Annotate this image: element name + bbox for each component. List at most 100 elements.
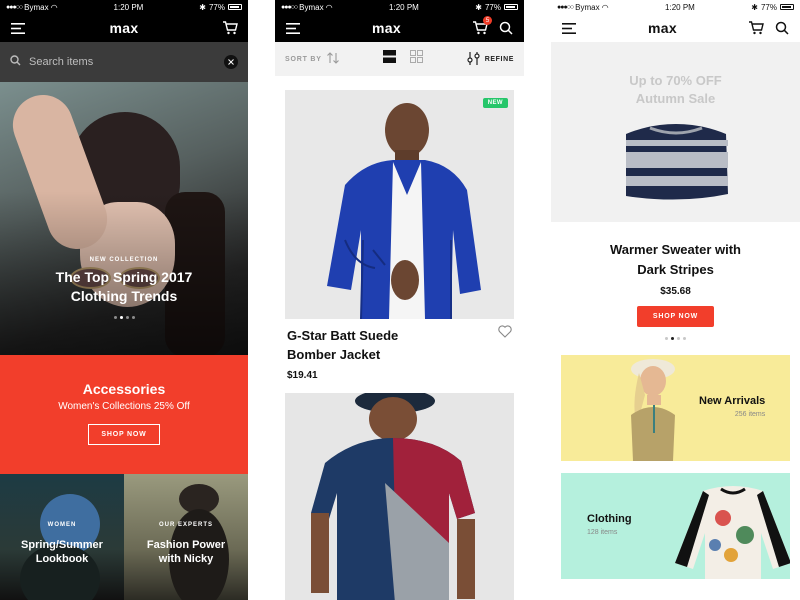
app-logo[interactable]: max (372, 20, 401, 36)
sale-subheadline: Autumn Sale (635, 91, 716, 106)
signal-icon: ●●●○○ (6, 3, 23, 11)
new-badge: NEW (482, 98, 508, 108)
screen-featured: ●●●○○ Bymax ◠ 1:20 PM ✱ 77% max Up to 70% O… (551, 0, 800, 600)
category-title: New Arrivals (699, 395, 766, 407)
product-price: $19.41 (287, 370, 318, 381)
carrier: Bymax (24, 2, 49, 12)
shop-now-button[interactable]: SHOP NOW (88, 424, 160, 445)
featured-product-price: $35.68 (660, 286, 691, 297)
hero-banner[interactable]: NEW COLLECTION The Top Spring 2017 Cloth… (0, 82, 248, 355)
hero-eyebrow: NEW COLLECTION (89, 257, 159, 263)
top-bar: ●●●○○ Bymax ◠ 1:20 PM ✱ 77% max (551, 0, 800, 42)
product-image[interactable] (285, 393, 514, 600)
promo-subtitle: Women's Collections 25% Off (58, 401, 190, 412)
clock: 1:20 PM (389, 2, 419, 12)
shop-now-button[interactable]: SHOP NOW (636, 306, 715, 327)
category-title: Clothing (587, 513, 632, 525)
bluetooth-icon: ✱ (751, 2, 758, 12)
sort-label: SORT BY (285, 55, 322, 63)
search-input[interactable] (29, 56, 216, 68)
carousel-dots[interactable] (551, 337, 800, 340)
product-card[interactable]: NEW G-Star Batt Suede Bomber Jacket $19.… (285, 90, 514, 381)
product-name[interactable]: G-Star Batt Suede Bomber Jacket (287, 326, 467, 364)
menu-icon[interactable] (8, 18, 28, 38)
tile-title: Fashion Power with Nicky (146, 539, 226, 565)
cart-icon[interactable] (746, 18, 766, 38)
cart-icon[interactable]: 5 (470, 16, 492, 38)
featured-product-name[interactable]: Warmer Sweater with Dark Stripes (551, 240, 800, 280)
promo-banner: Accessories Women's Collections 25% Off … (0, 355, 248, 474)
menu-icon[interactable] (559, 18, 579, 38)
category-count: 128 items (587, 529, 618, 536)
carrier: Bymax (575, 2, 600, 12)
sale-headline: Up to 70% OFF (629, 73, 722, 88)
signal-icon: ●●●○○ (557, 3, 574, 11)
promo-title: Accessories (82, 381, 166, 397)
screen-product-list: ●●●○○ Bymax ◠ 1:20 PM ✱ 77% max 5 SORT BY (275, 0, 524, 600)
search-icon (10, 53, 21, 71)
grid-view-icon[interactable] (410, 50, 424, 68)
product-photo-tshirt (285, 393, 514, 600)
top-bar: ●●●○○ Bymax ◠ 1:20 PM ✱ 77% max 5 (275, 0, 524, 42)
wifi-icon: ◠ (601, 2, 609, 12)
category-photo-woman (631, 359, 675, 461)
app-bar: max 5 (275, 14, 524, 42)
refine-button[interactable]: REFINE (467, 51, 514, 67)
signal-icon: ●●●○○ (281, 3, 298, 11)
close-icon[interactable] (224, 55, 238, 69)
featured-product: Warmer Sweater with Dark Stripes $35.68 … (551, 222, 800, 340)
category-card-clothing[interactable]: Clothing 128 items (561, 473, 790, 579)
search-icon[interactable] (496, 18, 516, 38)
carrier: Bymax (299, 2, 324, 12)
category-count: 256 items (734, 411, 766, 418)
tile-experts[interactable]: OUR EXPERTS Fashion Power with Nicky (124, 474, 248, 600)
search-bar (0, 42, 248, 82)
bluetooth-icon: ✱ (475, 2, 482, 12)
clock: 1:20 PM (113, 2, 144, 12)
list-view-icon[interactable] (383, 50, 397, 68)
category-photo-shirt (675, 486, 790, 579)
battery-label: 77% (484, 2, 501, 12)
wifi-icon: ◠ (325, 2, 333, 12)
screen-home: ●●●○○ Bymax ◠ 1:20 PM ✱ 77% max Search i… (0, 0, 248, 600)
menu-icon[interactable] (283, 18, 303, 38)
status-bar: ●●●○○ Bymax ◠ 1:20 PM ✱ 77% (0, 0, 248, 14)
product-photo-sweater (620, 124, 732, 204)
cart-count-badge: 5 (482, 16, 492, 25)
list-toolbar: SORT BY REFINE (275, 42, 524, 76)
cart-icon[interactable] (220, 18, 240, 38)
feature-tiles: WOMEN Spring/Summer Lookbook OUR EXPERTS… (0, 474, 248, 600)
app-logo[interactable]: max (648, 20, 677, 36)
battery-icon (780, 4, 794, 10)
heart-icon[interactable] (498, 325, 512, 343)
bluetooth-icon: ✱ (199, 2, 206, 12)
tile-title: Spring/Summer Lookbook (21, 539, 103, 565)
product-photo-jacket (285, 90, 514, 319)
status-bar: ●●●○○ Bymax ◠ 1:20 PM ✱ 77% (275, 0, 524, 14)
status-bar: ●●●○○ Bymax ◠ 1:20 PM ✱ 77% (551, 0, 800, 14)
product-image[interactable]: NEW (285, 90, 514, 319)
product-info: G-Star Batt Suede Bomber Jacket $19.41 (285, 319, 514, 381)
app-bar: max (551, 14, 800, 42)
battery-label: 77% (208, 2, 225, 12)
app-logo[interactable]: max (110, 20, 139, 36)
tile-eyebrow: OUR EXPERTS (158, 522, 213, 528)
tile-eyebrow: WOMEN (47, 522, 77, 528)
carousel-dots[interactable] (0, 316, 248, 319)
hero-title: The Top Spring 2017 Clothing Trends (55, 269, 193, 304)
battery-icon (504, 4, 518, 10)
sort-button[interactable]: SORT BY (285, 52, 340, 66)
top-bar: ●●●○○ Bymax ◠ 1:20 PM ✱ 77% max (0, 0, 248, 42)
filter-icon (467, 51, 481, 67)
app-bar: max (0, 14, 248, 42)
view-switcher (383, 50, 424, 68)
category-card-new-arrivals[interactable]: New Arrivals 256 items (561, 355, 790, 461)
battery-label: 77% (760, 2, 777, 12)
wifi-icon: ◠ (50, 2, 58, 12)
tile-lookbook[interactable]: WOMEN Spring/Summer Lookbook (0, 474, 124, 600)
sort-icon (326, 52, 340, 66)
sale-banner[interactable]: Up to 70% OFF Autumn Sale (551, 42, 800, 222)
hero-caption: NEW COLLECTION The Top Spring 2017 Cloth… (0, 257, 248, 319)
search-icon[interactable] (772, 18, 792, 38)
clock: 1:20 PM (665, 2, 695, 12)
